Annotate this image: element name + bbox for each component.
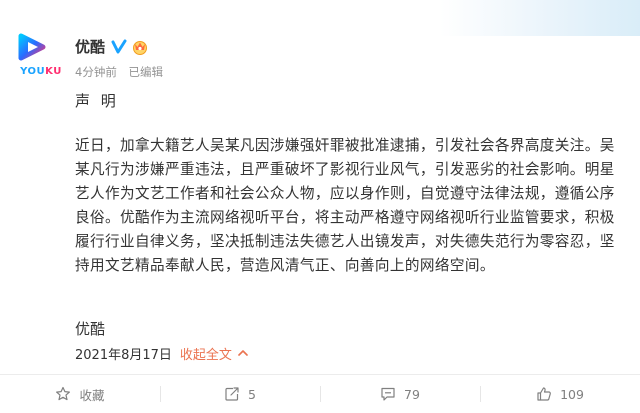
post-signature: 优酷 [75, 320, 106, 338]
collapse-link[interactable]: 收起全文 [180, 344, 232, 363]
post-date: 2021年8月17日 [75, 348, 172, 363]
post-time[interactable]: 4分钟前 [75, 65, 117, 79]
avatar[interactable]: YOUKU [11, 26, 61, 77]
repost-count: 5 [248, 386, 256, 402]
avatar-logo-text: YOUKU [20, 66, 62, 77]
comment-button[interactable]: 79 [320, 375, 480, 413]
action-bar: 收藏 5 79 109 [0, 375, 640, 413]
like-button[interactable]: 109 [480, 375, 640, 413]
comment-count: 79 [404, 386, 420, 402]
collect-button[interactable]: 收藏 [0, 375, 160, 413]
like-icon [537, 387, 551, 401]
star-icon [56, 386, 71, 401]
like-count: 109 [560, 386, 584, 402]
author-row: 优酷 [75, 36, 149, 57]
repost-icon [225, 387, 239, 401]
edited-label[interactable]: 已编辑 [128, 65, 163, 79]
vip-crown-icon[interactable] [131, 39, 149, 55]
youku-logo-icon [18, 33, 46, 61]
post-content: 近日，加拿大籍艺人吴某凡因涉嫌强奸罪被批准逮捕，引发社会各界高度关注。吴某凡行为… [75, 137, 615, 274]
post-date-row: 2021年8月17日 收起全文 [75, 344, 248, 363]
repost-button[interactable]: 5 [160, 375, 320, 413]
chevron-up-icon[interactable] [238, 346, 248, 359]
comment-icon [381, 387, 395, 401]
verified-icon [111, 39, 127, 55]
header-decoration [440, 0, 640, 36]
collect-label: 收藏 [79, 387, 105, 403]
post-meta: 4分钟前 已编辑 [75, 64, 163, 80]
author-name[interactable]: 优酷 [75, 36, 105, 57]
post-title: 声 明 [75, 92, 119, 110]
